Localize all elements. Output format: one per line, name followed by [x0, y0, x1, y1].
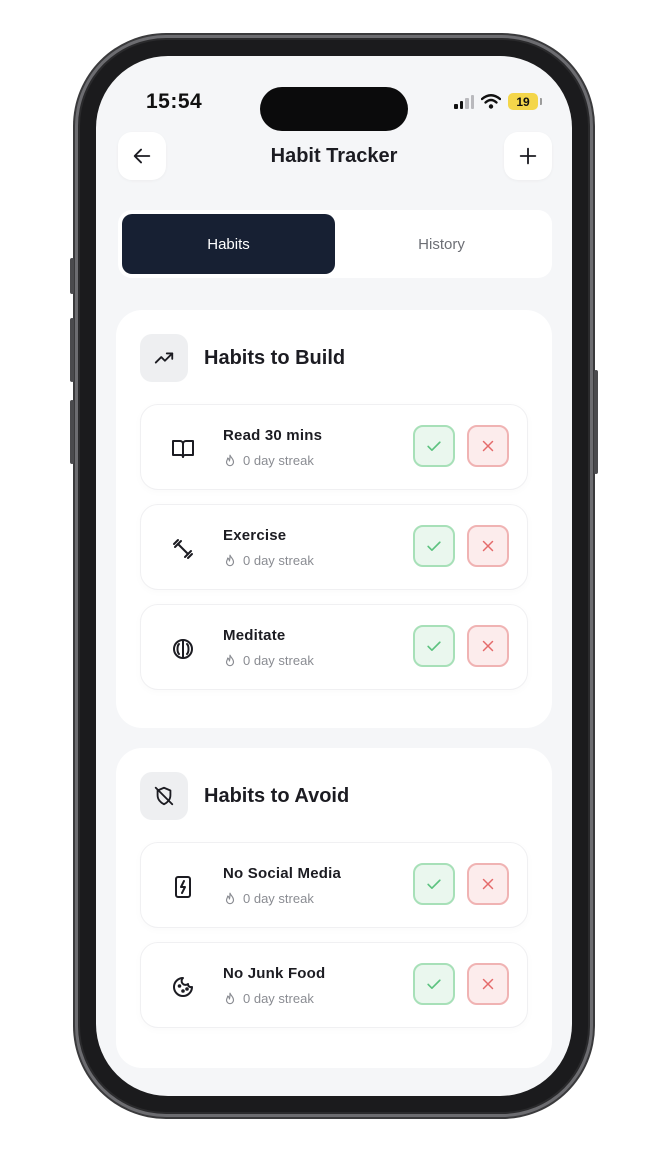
- close-icon: [482, 540, 494, 552]
- brain-icon: [173, 639, 193, 659]
- flame-icon: [225, 554, 235, 566]
- habit-name: Meditate: [223, 627, 286, 644]
- habit-streak-label: 0 day streak: [243, 891, 314, 906]
- status-indicators: 19: [454, 93, 542, 110]
- complete-button[interactable]: [413, 863, 455, 905]
- screen: 15:54 19 Habit Tracker Habits History Ha…: [96, 56, 572, 1096]
- section-title: Habits to Avoid: [204, 784, 350, 807]
- power-button: [594, 370, 598, 474]
- complete-button[interactable]: [413, 525, 455, 567]
- section-header: Habits to Avoid: [140, 772, 349, 820]
- habit-card-no-social-media: No Social Media 0 day streak: [140, 842, 528, 928]
- volume-down-button: [70, 400, 74, 464]
- habit-streak: 0 day streak: [223, 653, 314, 668]
- habit-streak: 0 day streak: [223, 891, 314, 906]
- cookie-icon: [173, 977, 193, 997]
- skip-button[interactable]: [467, 625, 509, 667]
- page-title: Habit Tracker: [270, 145, 398, 167]
- wifi-icon: [481, 94, 501, 109]
- signal-icon: [454, 94, 474, 109]
- skip-button[interactable]: [467, 963, 509, 1005]
- section-habits-to-avoid: Habits to Avoid No Social Media 0 day st…: [116, 748, 552, 1068]
- skip-button[interactable]: [467, 525, 509, 567]
- flame-icon: [225, 992, 235, 1004]
- complete-button[interactable]: [413, 963, 455, 1005]
- check-icon: [427, 979, 441, 989]
- check-icon: [427, 541, 441, 551]
- check-icon: [427, 641, 441, 651]
- dynamic-island: [260, 87, 408, 131]
- add-habit-button[interactable]: [504, 132, 552, 180]
- habit-name: Exercise: [223, 527, 287, 544]
- plus-icon: [519, 147, 537, 165]
- section-icon-box: [140, 772, 188, 820]
- habit-streak: 0 day streak: [223, 553, 314, 568]
- section-icon-box: [140, 334, 188, 382]
- habit-card-meditate: Meditate 0 day streak: [140, 604, 528, 690]
- habit-card-read: Read 30 mins 0 day streak: [140, 404, 528, 490]
- battery-indicator: 19: [508, 93, 542, 110]
- habit-name: Read 30 mins: [223, 427, 323, 444]
- check-icon: [427, 879, 441, 889]
- phone-bolt-icon: [175, 876, 191, 898]
- close-icon: [482, 878, 494, 890]
- section-header: Habits to Build: [140, 334, 345, 382]
- close-icon: [482, 440, 494, 452]
- habit-streak-label: 0 day streak: [243, 453, 314, 468]
- habit-name: No Social Media: [223, 865, 342, 882]
- habit-streak: 0 day streak: [223, 453, 314, 468]
- check-icon: [427, 441, 441, 451]
- complete-button[interactable]: [413, 425, 455, 467]
- tab-habits[interactable]: Habits: [122, 214, 335, 274]
- habit-name: No Junk Food: [223, 965, 326, 982]
- flame-icon: [225, 892, 235, 904]
- flame-icon: [225, 454, 235, 466]
- status-time: 15:54: [146, 90, 203, 113]
- tab-bar: Habits History: [118, 210, 552, 278]
- trending-up-icon: [154, 352, 174, 364]
- flame-icon: [225, 654, 235, 666]
- section-habits-to-build: Habits to Build Read 30 mins 0 day strea…: [116, 310, 552, 728]
- battery-level: 19: [516, 94, 530, 109]
- shield-off-icon: [154, 786, 174, 806]
- skip-button[interactable]: [467, 863, 509, 905]
- close-icon: [482, 978, 494, 990]
- phone-frame: 15:54 19 Habit Tracker Habits History Ha…: [70, 40, 598, 1112]
- section-title: Habits to Build: [204, 346, 346, 369]
- habit-streak: 0 day streak: [223, 991, 314, 1006]
- volume-up-button: [70, 318, 74, 382]
- complete-button[interactable]: [413, 625, 455, 667]
- habit-streak-label: 0 day streak: [243, 553, 314, 568]
- tab-history[interactable]: History: [335, 214, 548, 274]
- action-button: [70, 258, 74, 294]
- skip-button[interactable]: [467, 425, 509, 467]
- close-icon: [482, 640, 494, 652]
- habit-card-no-junk-food: No Junk Food 0 day streak: [140, 942, 528, 1028]
- habit-card-exercise: Exercise 0 day streak: [140, 504, 528, 590]
- dumbbell-icon: [173, 539, 193, 559]
- book-icon: [172, 440, 194, 458]
- habit-streak-label: 0 day streak: [243, 991, 314, 1006]
- habit-streak-label: 0 day streak: [243, 653, 314, 668]
